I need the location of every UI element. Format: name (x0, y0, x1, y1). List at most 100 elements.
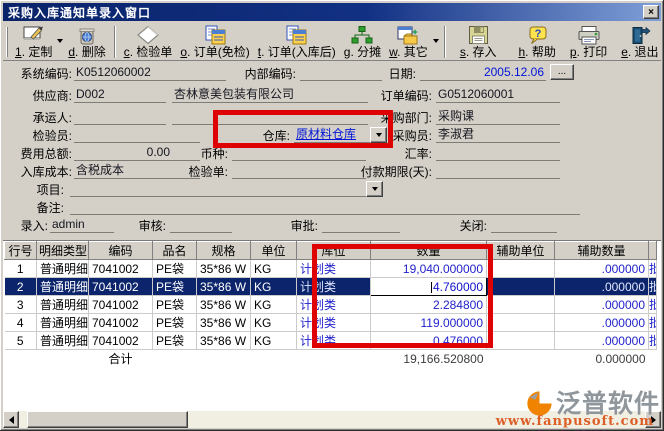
cell-code[interactable]: 7041002 (89, 332, 153, 350)
system-code-field[interactable]: K0512060002 (74, 65, 226, 81)
cell-code[interactable]: 7041002 (89, 278, 153, 296)
cell-product[interactable]: PE袋 (153, 314, 197, 332)
toolbar-button-save[interactable]: s. 存入 (457, 23, 500, 59)
cell-spec[interactable]: 35*86 W (197, 260, 251, 278)
cell-aux-unit[interactable] (487, 260, 555, 278)
toolbar-button-other[interactable]: w. 其它 (386, 23, 431, 59)
cell-aux-unit[interactable] (487, 332, 555, 350)
cell-unit[interactable]: KG (251, 296, 297, 314)
table-row[interactable]: 4 普通明细 7041002 PE袋 35*86 W KG 计划类 119.00… (5, 314, 657, 332)
cell-type[interactable]: 普通明细 (37, 314, 89, 332)
currency-field[interactable] (232, 145, 366, 161)
table-row-selected[interactable]: 2 普通明细 7041002 PE袋 35*86 W KG 计划类 4.7600… (5, 278, 657, 296)
cell-aux-unit[interactable] (487, 314, 555, 332)
toolbar-button-inspection[interactable]: c. 检验单 (121, 23, 176, 59)
table-row[interactable]: 1 普通明细 7041002 PE袋 35*86 W KG 计划类 19,040… (5, 260, 657, 278)
toolbar-button-delete[interactable]: d. 删除 (65, 23, 108, 59)
cell-product[interactable]: PE袋 (153, 278, 197, 296)
date-picker-button[interactable]: ... (550, 64, 574, 80)
cell-clipped[interactable]: 批 (649, 296, 657, 314)
cell-aux-qty[interactable]: .000000 (555, 260, 649, 278)
entered-by-field[interactable]: admin (50, 217, 114, 233)
cell-aux-unit[interactable] (487, 278, 555, 296)
supplier-name-field[interactable]: 杏林意美包装有限公司 (172, 87, 368, 103)
cell-type[interactable]: 普通明细 (37, 260, 89, 278)
cell-unit[interactable]: KG (251, 278, 297, 296)
scroll-left-button[interactable] (3, 411, 19, 428)
cell-row-no[interactable]: 2 (5, 278, 37, 296)
cell-row-no[interactable]: 1 (5, 260, 37, 278)
cell-row-no[interactable]: 3 (5, 296, 37, 314)
cell-product[interactable]: PE袋 (153, 332, 197, 350)
cell-code[interactable]: 7041002 (89, 296, 153, 314)
closed-by-field[interactable] (491, 217, 557, 233)
payment-days-field[interactable] (436, 163, 560, 179)
cell-aux-qty[interactable]: .000000 (555, 332, 649, 350)
toolbar-button-help[interactable]: ? h. 帮助 (515, 23, 558, 59)
cell-qty[interactable]: 2.284800 (371, 296, 487, 314)
scrollbar-thumb[interactable] (27, 411, 188, 428)
cell-unit[interactable]: KG (251, 332, 297, 350)
toolbar-button-order-exempt[interactable]: o. 订单(免检) (177, 23, 252, 59)
remark-field[interactable] (70, 199, 580, 215)
warehouse-combo[interactable]: 原材料仓库 (294, 127, 370, 143)
cell-clipped[interactable]: 批 (649, 332, 657, 350)
table-row[interactable]: 5 普通明细 7041002 PE袋 35*86 W KG 计划类 0.4760… (5, 332, 657, 350)
toolbar-button-print[interactable]: p. 打印 (567, 23, 610, 59)
toolbar-button-exit[interactable]: e. 退出 (618, 23, 661, 59)
cell-location[interactable]: 计划类 (297, 296, 371, 314)
cell-unit[interactable]: KG (251, 260, 297, 278)
cell-clipped[interactable]: 批 (649, 278, 657, 296)
customize-dropdown[interactable] (57, 23, 63, 59)
cell-qty[interactable]: 119.000000 (371, 314, 487, 332)
cell-qty[interactable]: 0.476000 (371, 332, 487, 350)
project-dropdown-button[interactable] (366, 181, 383, 197)
buyer-field[interactable]: 李淑君 (436, 127, 560, 143)
cell-spec[interactable]: 35*86 W (197, 278, 251, 296)
titlebar[interactable]: 采购入库通知单录入窗口 × (3, 3, 661, 21)
approved-by-field[interactable] (322, 217, 400, 233)
cell-location[interactable]: 计划类 (297, 332, 371, 350)
inspector-field[interactable] (74, 127, 200, 143)
table-row[interactable]: 3 普通明细 7041002 PE袋 35*86 W KG 计划类 2.2848… (5, 296, 657, 314)
cell-location[interactable]: 计划类 (297, 314, 371, 332)
reviewed-by-field[interactable] (170, 217, 232, 233)
cell-unit[interactable]: KG (251, 314, 297, 332)
toolbar-button-order-after[interactable]: t. 订单(入库后) (255, 23, 339, 59)
cell-qty[interactable]: 19,040.000000 (371, 260, 487, 278)
cell-location[interactable]: 计划类 (297, 260, 371, 278)
cell-type[interactable]: 普通明细 (37, 278, 89, 296)
project-combo[interactable] (70, 181, 366, 197)
cell-product[interactable]: PE袋 (153, 296, 197, 314)
supplier-code-field[interactable]: D002 (74, 87, 166, 103)
carrier-name-field[interactable] (172, 109, 368, 125)
date-field[interactable]: 2005.12.06 (420, 65, 546, 81)
toolbar-button-customize[interactable]: 1. 定制 (12, 23, 55, 59)
cell-clipped[interactable]: 批 (649, 314, 657, 332)
cell-aux-qty[interactable]: .000000 (555, 278, 649, 296)
toolbar-button-allocate[interactable]: g. 分摊 (341, 23, 384, 59)
cell-code[interactable]: 7041002 (89, 314, 153, 332)
cell-type[interactable]: 普通明细 (37, 296, 89, 314)
cell-spec[interactable]: 35*86 W (197, 332, 251, 350)
cell-location[interactable]: 计划类 (297, 278, 371, 296)
exchange-rate-field[interactable] (436, 145, 560, 161)
cell-row-no[interactable]: 5 (5, 332, 37, 350)
other-dropdown[interactable] (433, 23, 439, 59)
order-code-field[interactable]: G0512060001 (436, 87, 560, 103)
cell-code[interactable]: 7041002 (89, 260, 153, 278)
cell-spec[interactable]: 35*86 W (197, 296, 251, 314)
cell-product[interactable]: PE袋 (153, 260, 197, 278)
cell-spec[interactable]: 35*86 W (197, 314, 251, 332)
cell-qty-editing[interactable]: 4.760000 (371, 278, 487, 296)
cell-aux-qty[interactable]: .000000 (555, 314, 649, 332)
cell-aux-unit[interactable] (487, 296, 555, 314)
carrier-field[interactable] (74, 109, 166, 125)
cell-type[interactable]: 普通明细 (37, 332, 89, 350)
close-button[interactable]: × (643, 5, 659, 19)
toolbar-grip[interactable] (6, 27, 8, 57)
purchase-dept-field[interactable]: 采购课 (436, 109, 560, 125)
cell-clipped[interactable]: 批 (649, 260, 657, 278)
cell-aux-qty[interactable]: .000000 (555, 296, 649, 314)
cell-row-no[interactable]: 4 (5, 314, 37, 332)
